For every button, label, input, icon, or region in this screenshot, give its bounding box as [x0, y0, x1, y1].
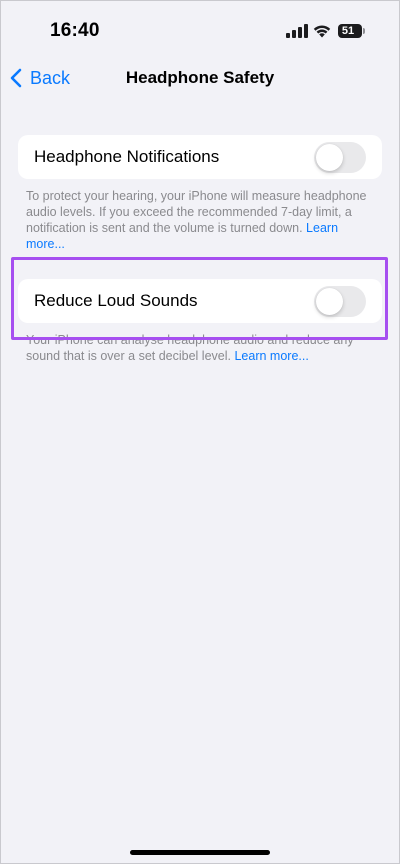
reduce-loud-sounds-footer: Your iPhone can analyse headphone audio … [26, 332, 378, 364]
reduce-loud-sounds-row: Reduce Loud Sounds [18, 279, 382, 323]
headphone-notifications-row: Headphone Notifications [18, 135, 382, 179]
screen-frame [0, 0, 400, 864]
cellular-signal-icon [286, 24, 308, 38]
home-indicator[interactable] [130, 850, 270, 855]
status-bar: 16:40 51 [0, 0, 400, 60]
battery-icon: 51 [338, 24, 362, 38]
status-time: 16:40 [50, 20, 100, 41]
headphone-notifications-toggle[interactable] [314, 142, 366, 173]
reduce-loud-sounds-label: Reduce Loud Sounds [34, 291, 198, 310]
toggle-knob [316, 144, 343, 171]
chevron-left-icon [10, 68, 22, 88]
toggle-knob [316, 288, 343, 315]
battery-level: 51 [341, 25, 355, 37]
battery-nub [363, 28, 365, 34]
navigation-bar: Headphone Safety Back [0, 60, 400, 96]
back-label: Back [30, 68, 71, 88]
reduce-loud-sounds-toggle[interactable] [314, 286, 366, 317]
headphone-notifications-footer: To protect your hearing, your iPhone wil… [26, 188, 378, 252]
headphone-notifications-label: Headphone Notifications [34, 147, 220, 166]
wifi-icon [313, 25, 331, 38]
reduce-loud-sounds-learn-more-link[interactable]: Learn more... [234, 349, 308, 363]
